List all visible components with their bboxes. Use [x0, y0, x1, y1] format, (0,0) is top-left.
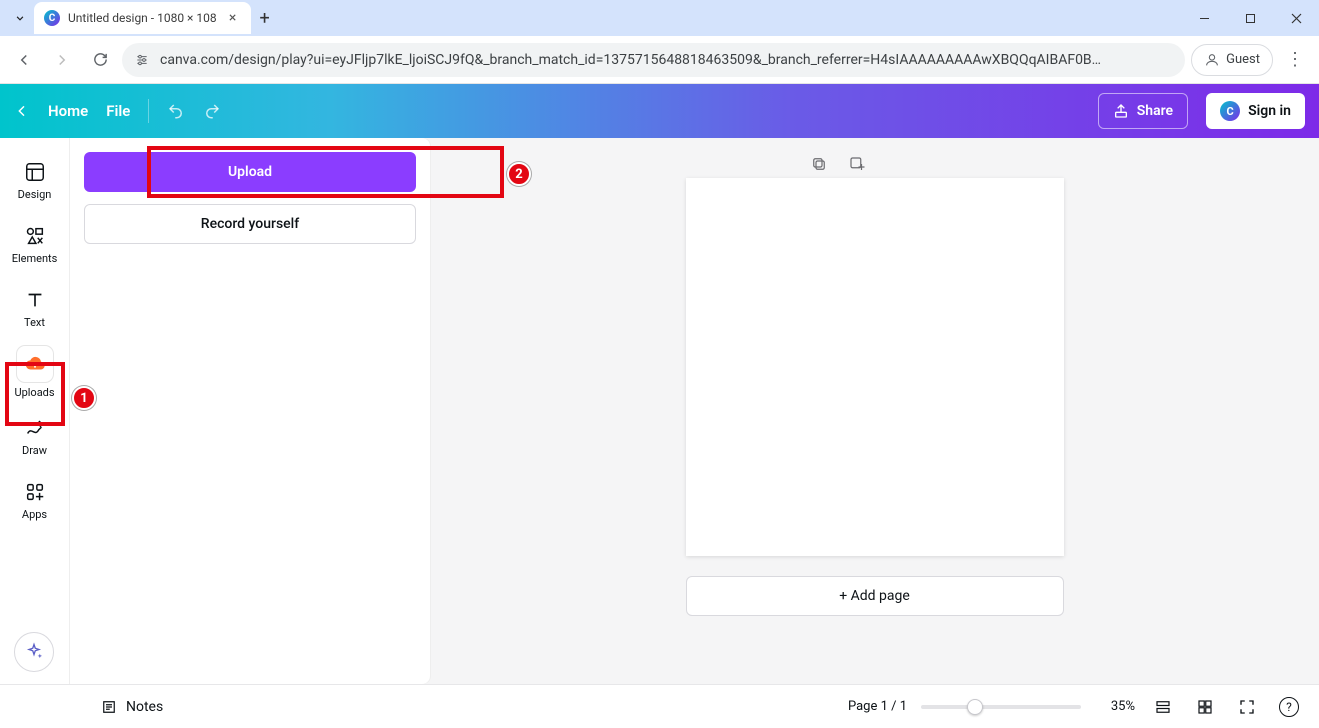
zoom-slider-thumb[interactable] [967, 699, 983, 715]
notes-button[interactable]: Notes [100, 698, 163, 716]
new-tab-button[interactable]: + [251, 4, 279, 32]
app-body: Design Elements Text Uploads Draw [0, 138, 1319, 684]
cloud-upload-icon [23, 352, 47, 376]
rail-label: Draw [22, 444, 47, 457]
tab-list-dropdown[interactable] [6, 4, 34, 32]
redo-button[interactable] [203, 102, 221, 120]
view-grid-button[interactable] [1191, 693, 1219, 721]
rail-label: Uploads [14, 386, 54, 399]
add-page-above-button[interactable] [843, 150, 871, 178]
canvas-area: + Add page [430, 138, 1319, 684]
url-text: canva.com/design/play?ui=eyJFljp7lkE_ljo… [160, 52, 1173, 68]
annotation-badge-2: 2 [507, 162, 531, 186]
rail-label: Design [18, 188, 52, 201]
home-link[interactable]: Home [48, 102, 88, 120]
site-settings-icon[interactable] [134, 52, 150, 68]
profile-guest-chip[interactable]: Guest [1191, 44, 1273, 76]
help-button[interactable]: ? [1275, 693, 1303, 721]
apps-icon [23, 480, 47, 504]
notes-icon [100, 698, 118, 716]
help-icon: ? [1279, 697, 1299, 717]
duplicate-page-button[interactable] [805, 150, 833, 178]
canva-logo-icon: C [1220, 101, 1240, 121]
shapes-icon [23, 224, 47, 248]
draw-icon [23, 416, 47, 440]
share-label: Share [1137, 103, 1173, 119]
tab-title: Untitled design - 1080 × 108 [68, 11, 217, 25]
upload-button[interactable]: Upload [84, 152, 416, 192]
window-controls [1181, 0, 1319, 36]
zoom-slider[interactable] [921, 705, 1081, 709]
rail-label: Elements [12, 252, 58, 265]
canva-favicon-icon: C [44, 10, 60, 26]
left-rail: Design Elements Text Uploads Draw [0, 138, 70, 684]
fullscreen-button[interactable] [1233, 693, 1261, 721]
header-divider [148, 99, 149, 123]
annotation-badge-1: 1 [72, 386, 96, 410]
rail-item-design[interactable]: Design [6, 150, 64, 210]
uploads-panel: Upload Record yourself 2 [70, 138, 430, 684]
template-icon [23, 160, 47, 184]
undo-button[interactable] [167, 102, 185, 120]
page-indicator[interactable]: Page 1 / 1 [848, 699, 907, 714]
view-list-button[interactable] [1149, 693, 1177, 721]
rail-item-apps[interactable]: Apps [6, 470, 64, 530]
panel-scrollbar[interactable] [418, 238, 428, 672]
bottom-bar: Notes Page 1 / 1 35% ? [0, 684, 1319, 728]
browser-back-button[interactable] [8, 44, 40, 76]
record-yourself-button[interactable]: Record yourself [84, 204, 416, 244]
guest-label: Guest [1226, 52, 1260, 67]
window-close-button[interactable] [1273, 0, 1319, 36]
browser-forward-button[interactable] [46, 44, 78, 76]
browser-address-bar: canva.com/design/play?ui=eyJFljp7lkE_ljo… [0, 36, 1319, 84]
window-minimize-button[interactable] [1181, 0, 1227, 36]
share-button[interactable]: Share [1098, 93, 1188, 129]
zoom-percent[interactable]: 35% [1095, 699, 1135, 714]
rail-label: Apps [22, 508, 47, 521]
rail-item-uploads[interactable]: Uploads [6, 342, 64, 402]
canvas-page-toolbar [805, 150, 871, 178]
upload-icon [1113, 103, 1129, 119]
tab-close-icon[interactable]: × [225, 10, 241, 26]
signin-button[interactable]: C Sign in [1206, 93, 1305, 129]
rail-item-elements[interactable]: Elements [6, 214, 64, 274]
browser-tab-strip: C Untitled design - 1080 × 108 × + [0, 0, 1319, 36]
add-page-button[interactable]: + Add page [686, 576, 1064, 616]
file-menu[interactable]: File [106, 102, 130, 120]
url-input[interactable]: canva.com/design/play?ui=eyJFljp7lkE_ljo… [122, 43, 1185, 77]
browser-menu-button[interactable]: ⋮ [1279, 44, 1311, 76]
design-page[interactable] [686, 178, 1064, 556]
browser-reload-button[interactable] [84, 44, 116, 76]
header-back-icon[interactable] [14, 103, 30, 119]
app-header: Home File Share C Sign in [0, 84, 1319, 138]
rail-item-text[interactable]: Text [6, 278, 64, 338]
browser-tab[interactable]: C Untitled design - 1080 × 108 × [34, 2, 251, 34]
rail-label: Text [24, 316, 45, 329]
signin-label: Sign in [1248, 103, 1291, 119]
rail-item-draw[interactable]: Draw [6, 406, 64, 466]
text-icon [23, 288, 47, 312]
ai-assistant-button[interactable] [14, 632, 54, 672]
notes-label: Notes [126, 699, 163, 715]
window-maximize-button[interactable] [1227, 0, 1273, 36]
